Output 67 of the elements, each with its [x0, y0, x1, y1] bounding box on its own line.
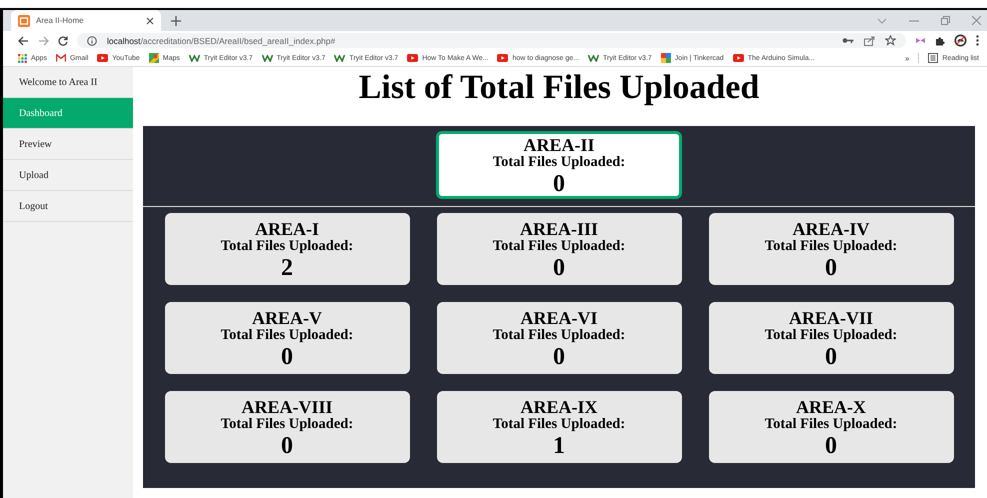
page-title: List of Total Files Uploaded: [358, 69, 760, 108]
info-icon: [87, 36, 97, 46]
area-name: AREA-VIII: [241, 398, 332, 416]
favicon-icon: [18, 14, 30, 26]
file-count: 0: [553, 170, 565, 198]
card-label: Total Files Uploaded:: [220, 238, 354, 254]
file-count: 0: [825, 342, 837, 370]
address-bar[interactable]: localhost/accreditation/BSED/AreaII/bsed_areaII_index.php#: [77, 33, 906, 48]
file-count: 0: [825, 254, 837, 282]
w-icon: [588, 54, 600, 62]
minimize-icon[interactable]: [909, 20, 919, 22]
star-icon[interactable]: [885, 35, 896, 46]
w-icon: [188, 54, 200, 62]
profile-icon[interactable]: [954, 34, 967, 47]
extension-icon[interactable]: [915, 37, 926, 44]
play-icon: [497, 54, 508, 62]
share-icon[interactable]: [864, 36, 875, 46]
area-name: AREA-X: [796, 398, 866, 416]
area-name: AREA-III: [520, 220, 598, 238]
card-label: Total Files Uploaded:: [492, 154, 626, 170]
more-icon[interactable]: [976, 35, 979, 46]
file-count: 2: [281, 254, 293, 282]
w-icon: [334, 54, 346, 62]
area-name: AREA-II: [523, 136, 594, 154]
more-bookmarks[interactable]: »: [904, 54, 910, 62]
card-label: Total Files Uploaded:: [220, 416, 354, 432]
area-name: AREA-IX: [520, 398, 598, 416]
play-icon: [732, 54, 744, 62]
area-name: AREA-I: [254, 220, 319, 238]
file-count: 1: [553, 432, 565, 460]
list-icon: [928, 53, 938, 63]
close-icon[interactable]: [146, 16, 154, 24]
file-count: 0: [553, 254, 565, 282]
file-count: 0: [825, 432, 837, 460]
file-count: 0: [281, 342, 293, 370]
map-icon: [148, 53, 159, 63]
w-icon: [262, 54, 273, 62]
tile-icon: [660, 53, 671, 63]
card-label: Total Files Uploaded:: [764, 238, 898, 254]
mail-icon: [56, 54, 66, 62]
browser-tab[interactable]: Area II-Home: [11, 10, 161, 31]
sidebar-item[interactable]: Logout: [3, 191, 133, 222]
back-icon[interactable]: [18, 36, 29, 46]
plus-icon[interactable]: [171, 16, 181, 26]
file-count: 0: [281, 432, 293, 460]
card-label: Total Files Uploaded:: [764, 416, 898, 432]
reload-icon[interactable]: [58, 36, 68, 46]
area-name: AREA-VI: [520, 308, 598, 326]
sidebar-item[interactable]: Upload: [3, 160, 133, 191]
area-name: AREA-V: [252, 308, 322, 326]
card-label: Total Files Uploaded:: [492, 326, 626, 342]
play-icon: [407, 54, 418, 62]
area-name: AREA-VII: [788, 308, 873, 326]
restore-icon[interactable]: [941, 16, 950, 25]
grid-icon: [18, 54, 27, 62]
puzzle-icon[interactable]: [935, 36, 945, 46]
tab-title: Area II-Home: [36, 16, 85, 25]
key-icon[interactable]: [842, 37, 854, 44]
area-name: AREA-IV: [792, 220, 870, 238]
card-label: Total Files Uploaded:: [492, 238, 626, 254]
url-text: localhost/accreditation/BSED/AreaII/bsed_areaII_index.php#: [107, 36, 336, 46]
card-label: Total Files Uploaded:: [492, 416, 626, 432]
sidebar-item[interactable]: Preview: [3, 129, 133, 160]
play-icon: [97, 54, 108, 62]
file-count: 0: [553, 342, 565, 370]
card-label: Total Files Uploaded:: [220, 326, 354, 342]
card-label: Total Files Uploaded:: [764, 326, 898, 342]
